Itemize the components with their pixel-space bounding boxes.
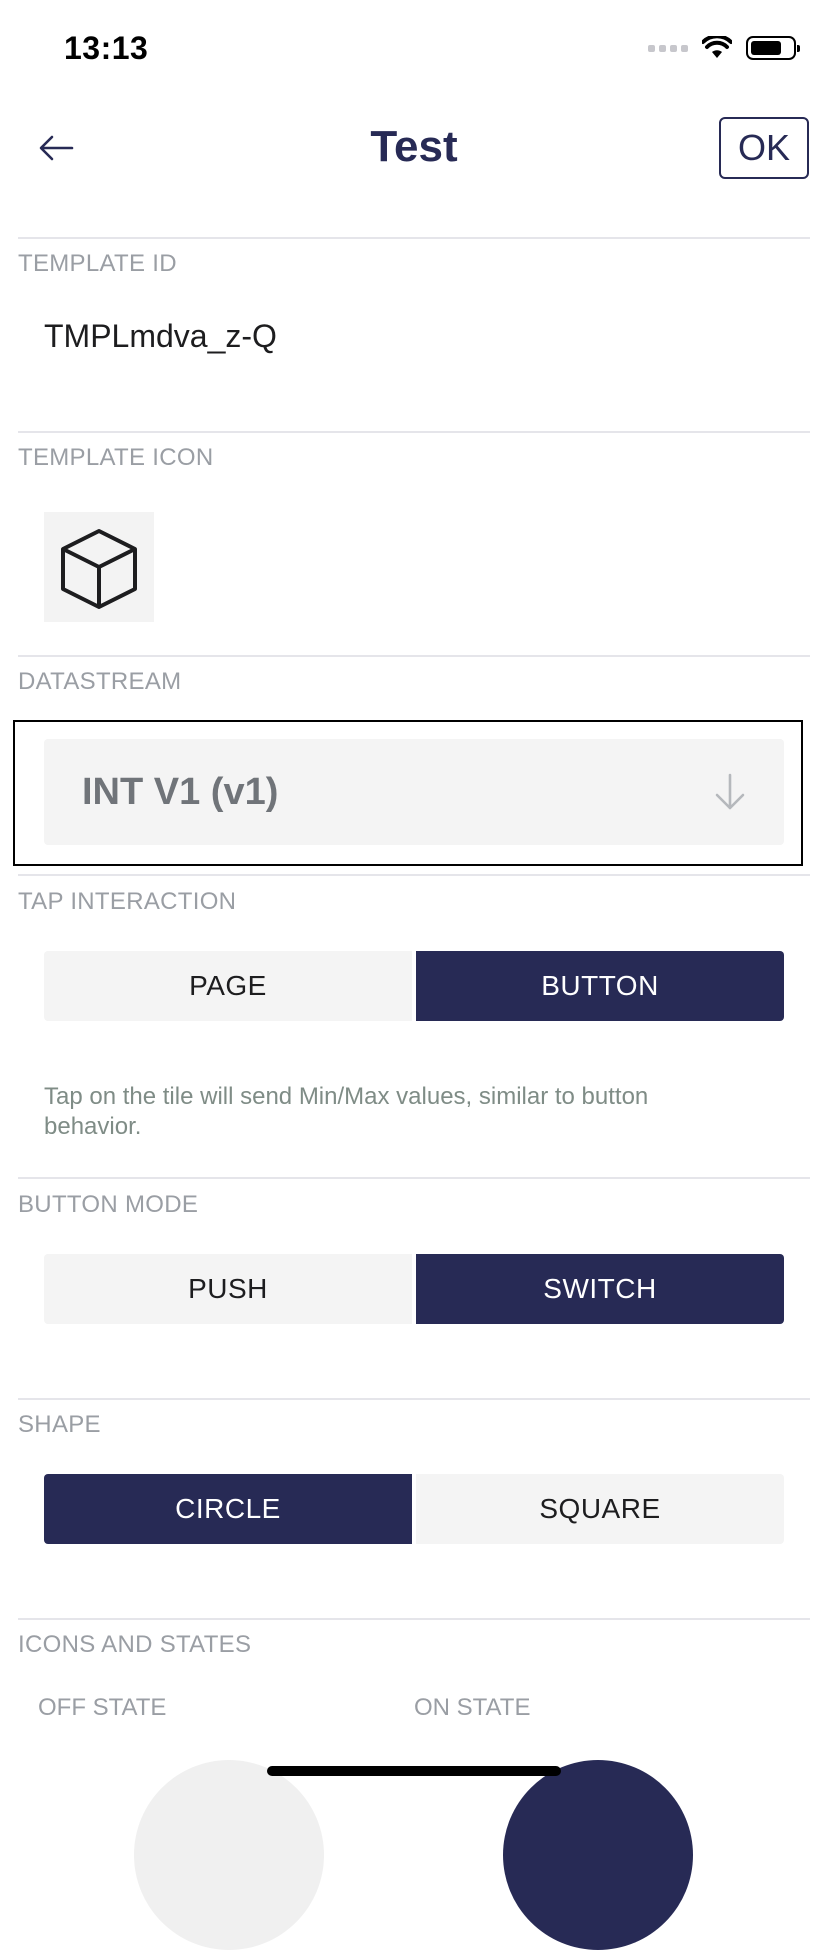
off-state-preview[interactable] [134, 1760, 324, 1950]
template-id-value: TMPLmdva_z-Q [44, 318, 277, 354]
divider [18, 237, 810, 239]
wifi-icon [702, 36, 732, 58]
button-mode-push-option[interactable]: PUSH [44, 1254, 412, 1324]
datastream-label: DATASTREAM [18, 668, 182, 695]
datastream-selected-value: INT V1 (v1) [82, 770, 279, 813]
cellular-signal-icon [648, 44, 688, 52]
home-indicator[interactable] [267, 1766, 561, 1776]
on-state-label: ON STATE [414, 1694, 531, 1721]
tap-interaction-segmented-control: PAGE BUTTON [44, 951, 784, 1021]
shape-square-option[interactable]: SQUARE [416, 1474, 784, 1544]
template-id-label: TEMPLATE ID [18, 250, 177, 277]
button-mode-segmented-control: PUSH SWITCH [44, 1254, 784, 1324]
battery-icon [746, 36, 800, 60]
button-mode-switch-option[interactable]: SWITCH [416, 1254, 784, 1324]
template-icon-picker[interactable] [44, 512, 154, 622]
divider [18, 1618, 810, 1620]
tap-interaction-button-option[interactable]: BUTTON [416, 951, 784, 1021]
divider [18, 1177, 810, 1179]
cube-icon [61, 529, 137, 609]
off-state-label: OFF STATE [38, 1694, 167, 1721]
shape-circle-option[interactable]: CIRCLE [44, 1474, 412, 1544]
datastream-dropdown[interactable]: INT V1 (v1) [44, 739, 784, 845]
divider [18, 655, 810, 657]
on-state-preview[interactable] [503, 1760, 693, 1950]
tap-interaction-hint: Tap on the tile will send Min/Max values… [44, 1083, 649, 1140]
button-mode-label: BUTTON MODE [18, 1191, 199, 1218]
shape-label: SHAPE [18, 1411, 101, 1438]
icons-and-states-label: ICONS AND STATES [18, 1631, 252, 1658]
status-icons [648, 36, 800, 60]
status-time: 13:13 [64, 30, 149, 66]
arrow-down-icon [715, 773, 745, 810]
tap-interaction-page-option[interactable]: PAGE [44, 951, 412, 1021]
divider [18, 1398, 810, 1400]
shape-segmented-control: CIRCLE SQUARE [44, 1474, 784, 1544]
tap-interaction-label: TAP INTERACTION [18, 888, 237, 915]
divider [18, 431, 810, 433]
template-icon-label: TEMPLATE ICON [18, 444, 214, 471]
ok-button[interactable]: OK [719, 117, 809, 179]
page-title: Test [370, 122, 458, 171]
divider [18, 874, 810, 876]
